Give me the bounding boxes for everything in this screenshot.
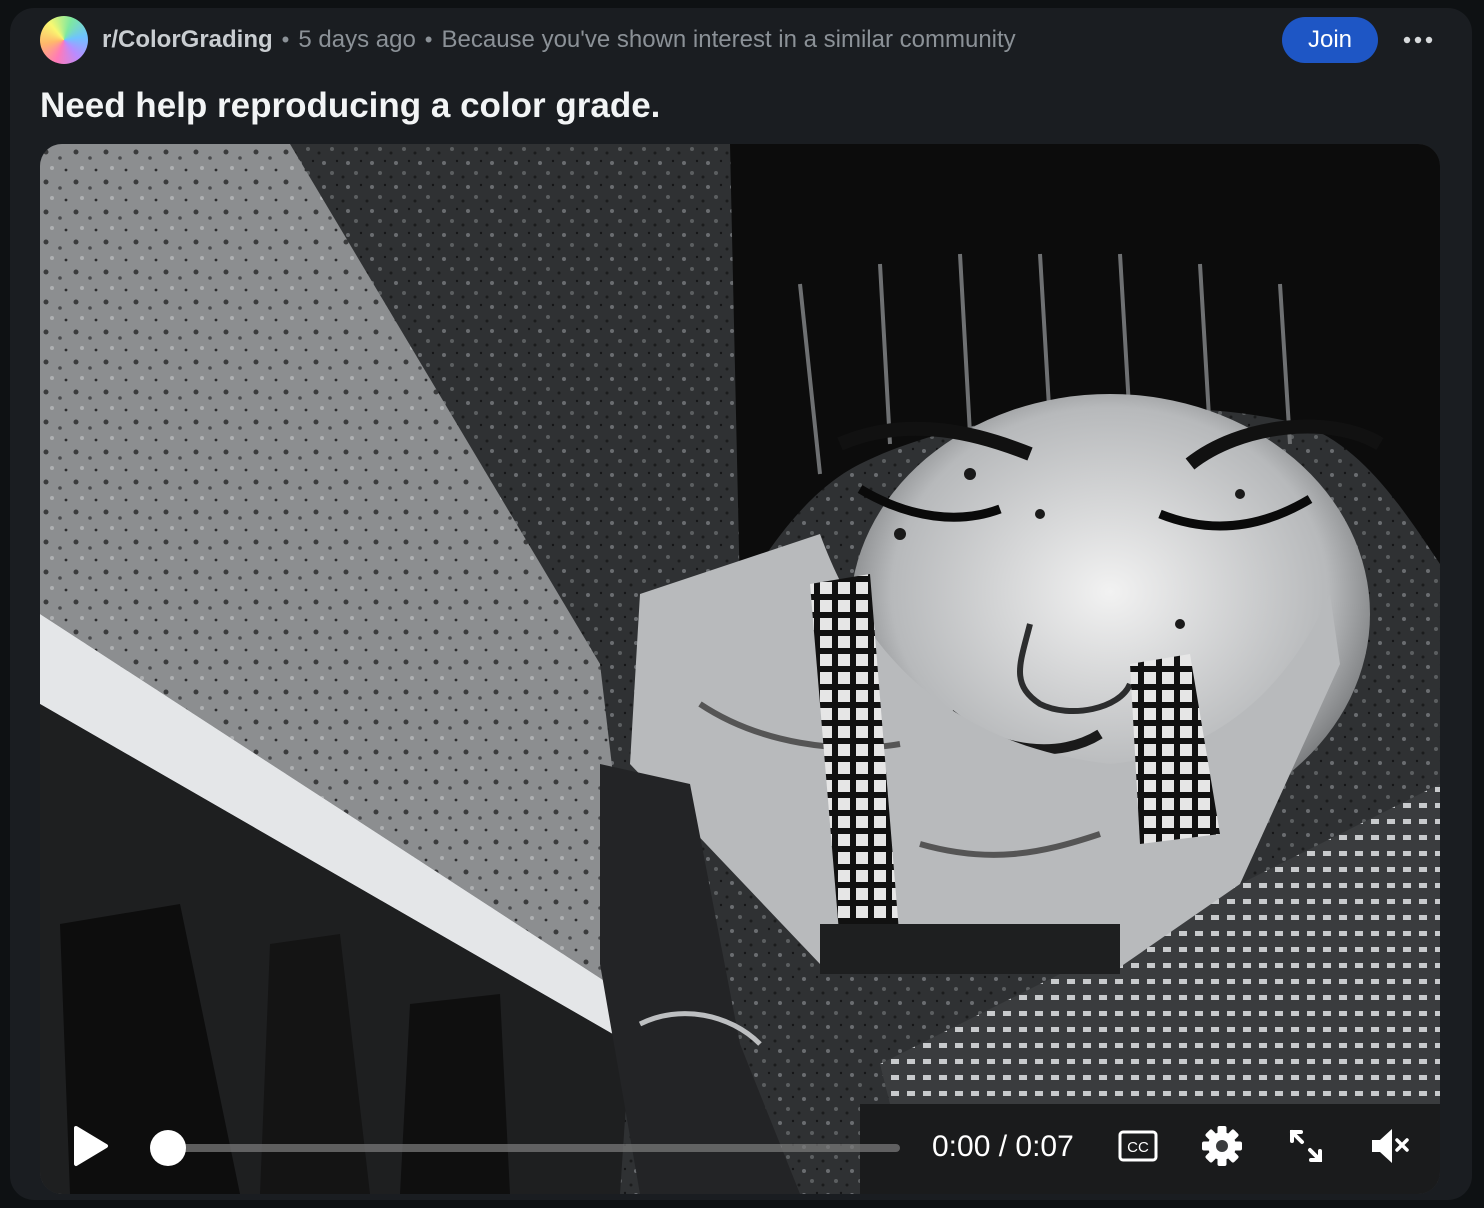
post-title[interactable]: Need help reproducing a color grade. <box>40 86 660 126</box>
post-meta: r/ColorGrading • 5 days ago • Because yo… <box>102 26 1016 54</box>
post-time: 5 days ago <box>298 26 416 53</box>
video-frame <box>40 144 1440 1194</box>
time-display: 0:00 / 0:07 <box>932 1130 1074 1163</box>
captions-label: CC <box>1127 1139 1149 1156</box>
meta-separator: • <box>424 27 433 52</box>
join-button[interactable]: Join <box>1282 17 1378 63</box>
subreddit-avatar[interactable] <box>40 16 88 64</box>
video-player[interactable]: 0:00 / 0:07 CC <box>40 144 1440 1194</box>
more-options-button[interactable] <box>1394 17 1442 63</box>
closed-captions-icon[interactable]: CC <box>1116 1124 1160 1168</box>
video-controls: 0:00 / 0:07 CC <box>40 1084 1440 1194</box>
recommendation-reason: Because you've shown interest in a simil… <box>441 26 1016 53</box>
muted-speaker-icon[interactable] <box>1368 1124 1412 1168</box>
play-icon[interactable] <box>70 1124 110 1168</box>
progress-bar[interactable] <box>150 1130 900 1166</box>
post-header: r/ColorGrading • 5 days ago • Because yo… <box>40 16 1442 64</box>
post-card[interactable]: r/ColorGrading • 5 days ago • Because yo… <box>10 8 1472 1200</box>
more-options-icon <box>1403 36 1433 44</box>
meta-separator: • <box>281 27 290 52</box>
gear-icon[interactable] <box>1200 1124 1244 1168</box>
progress-scrubber[interactable] <box>150 1130 186 1166</box>
fullscreen-icon[interactable] <box>1284 1124 1328 1168</box>
subreddit-link[interactable]: r/ColorGrading <box>102 26 273 54</box>
